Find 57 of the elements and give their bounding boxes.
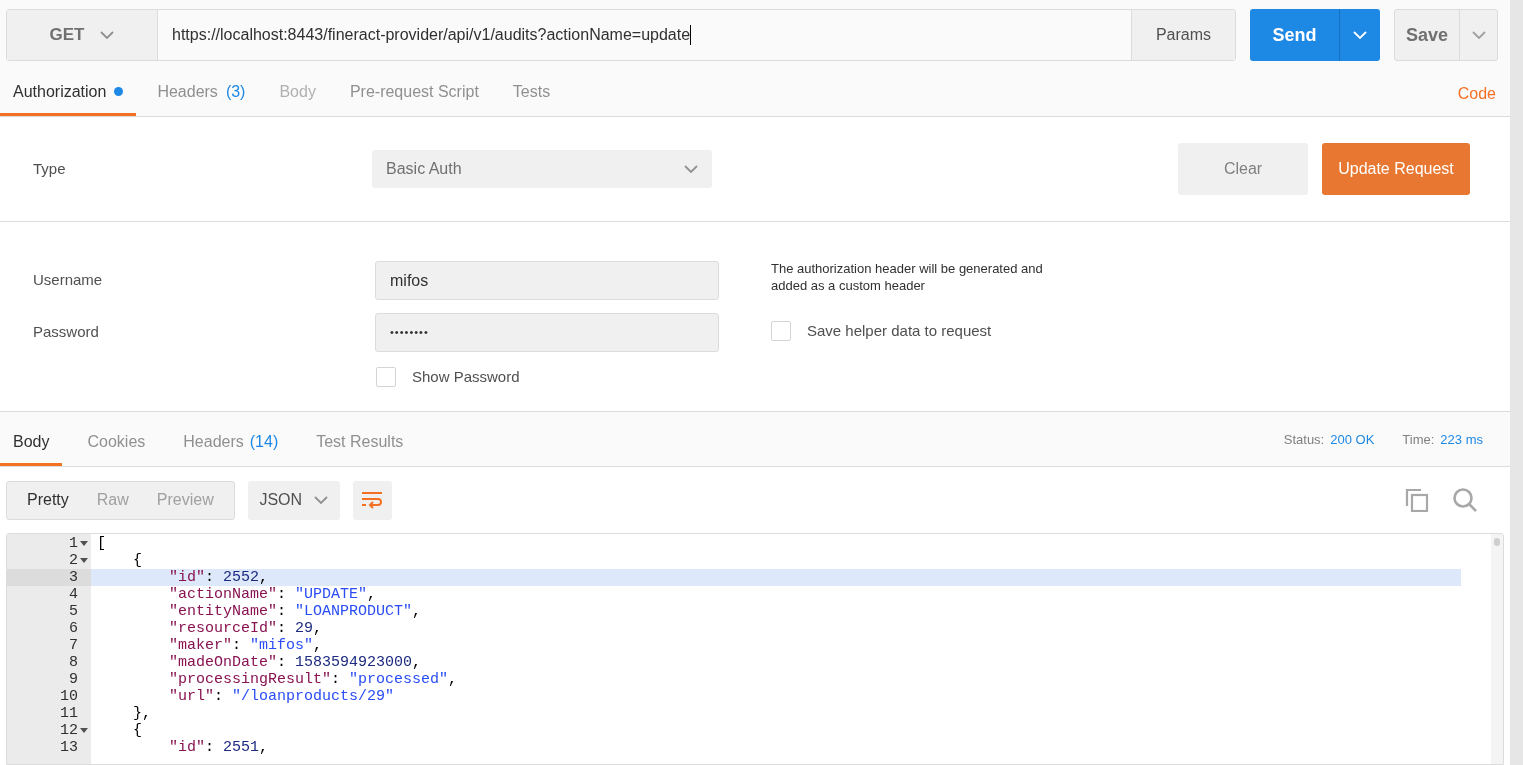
username-field[interactable]: mifos [375,261,719,300]
view-mode-tab[interactable]: Preview [142,481,228,519]
format-dropdown[interactable]: JSON [247,480,340,520]
time-label: Time: [1402,431,1435,450]
line-number: 1 [69,535,78,552]
search-icon[interactable] [1452,487,1478,513]
response-tab[interactable]: Headers (14) [170,420,292,466]
line-number: 7 [69,637,78,654]
wrap-lines-button[interactable] [352,480,392,520]
response-tab[interactable]: Body [0,420,63,466]
line-number: 9 [69,671,78,688]
request-tab[interactable]: Authorization [0,70,137,116]
time-value: 223 ms [1440,431,1483,450]
line-number: 4 [69,586,78,603]
status-label: Status: [1283,431,1325,450]
request-tab[interactable]: Pre-request Script [336,70,492,116]
line-number: 12 [60,722,78,739]
fold-arrow-icon[interactable] [80,727,88,734]
scrollbar-thumb[interactable] [1494,538,1500,546]
line-number: 10 [60,688,78,705]
copy-icon[interactable] [1405,488,1429,512]
status-value: 200 OK [1330,431,1375,450]
request-tab[interactable]: Headers (3) [144,70,259,116]
auth-type-dropdown[interactable]: Basic Auth [372,150,712,188]
wrap-lines-icon [361,491,384,509]
chevron-down-icon [684,165,698,173]
chevron-down-icon [314,496,329,504]
chevron-down-icon [1353,31,1367,39]
password-field[interactable]: •••••••• [375,313,719,352]
line-number: 2 [69,552,78,569]
update-request-button[interactable]: Update Request [1322,143,1470,195]
fold-arrow-icon[interactable] [80,557,88,564]
clear-button[interactable]: Clear [1178,143,1308,195]
field-label: Type [33,158,67,179]
view-mode-tab[interactable]: Raw [82,481,143,519]
chevron-down-icon [1471,31,1486,39]
scrollbar[interactable] [1491,534,1503,764]
field-label: Username [33,270,104,291]
scrollbar[interactable] [1510,0,1523,765]
checkbox[interactable] [771,321,791,342]
line-number: 13 [60,739,78,756]
helper-note: The authorization header will be generated and added as a custom header [771,260,1044,294]
line-number: 11 [60,705,78,722]
view-mode-tab[interactable]: Pretty [13,481,83,519]
line-number: 3 [69,569,78,586]
field-label: Password [33,322,100,343]
checkbox-label: Save helper data to request [807,321,992,341]
response-tab[interactable]: Test Results [303,420,417,466]
checkbox[interactable] [376,367,396,388]
response-tab[interactable]: Cookies [74,420,159,466]
fold-arrow-icon[interactable] [80,540,88,547]
line-number: 8 [69,654,78,671]
line-number: 6 [69,620,78,637]
request-tab[interactable]: Tests [499,70,564,116]
code-link[interactable]: Code [1457,82,1496,106]
checkbox-label: Show Password [412,367,520,387]
line-number: 5 [69,603,78,620]
